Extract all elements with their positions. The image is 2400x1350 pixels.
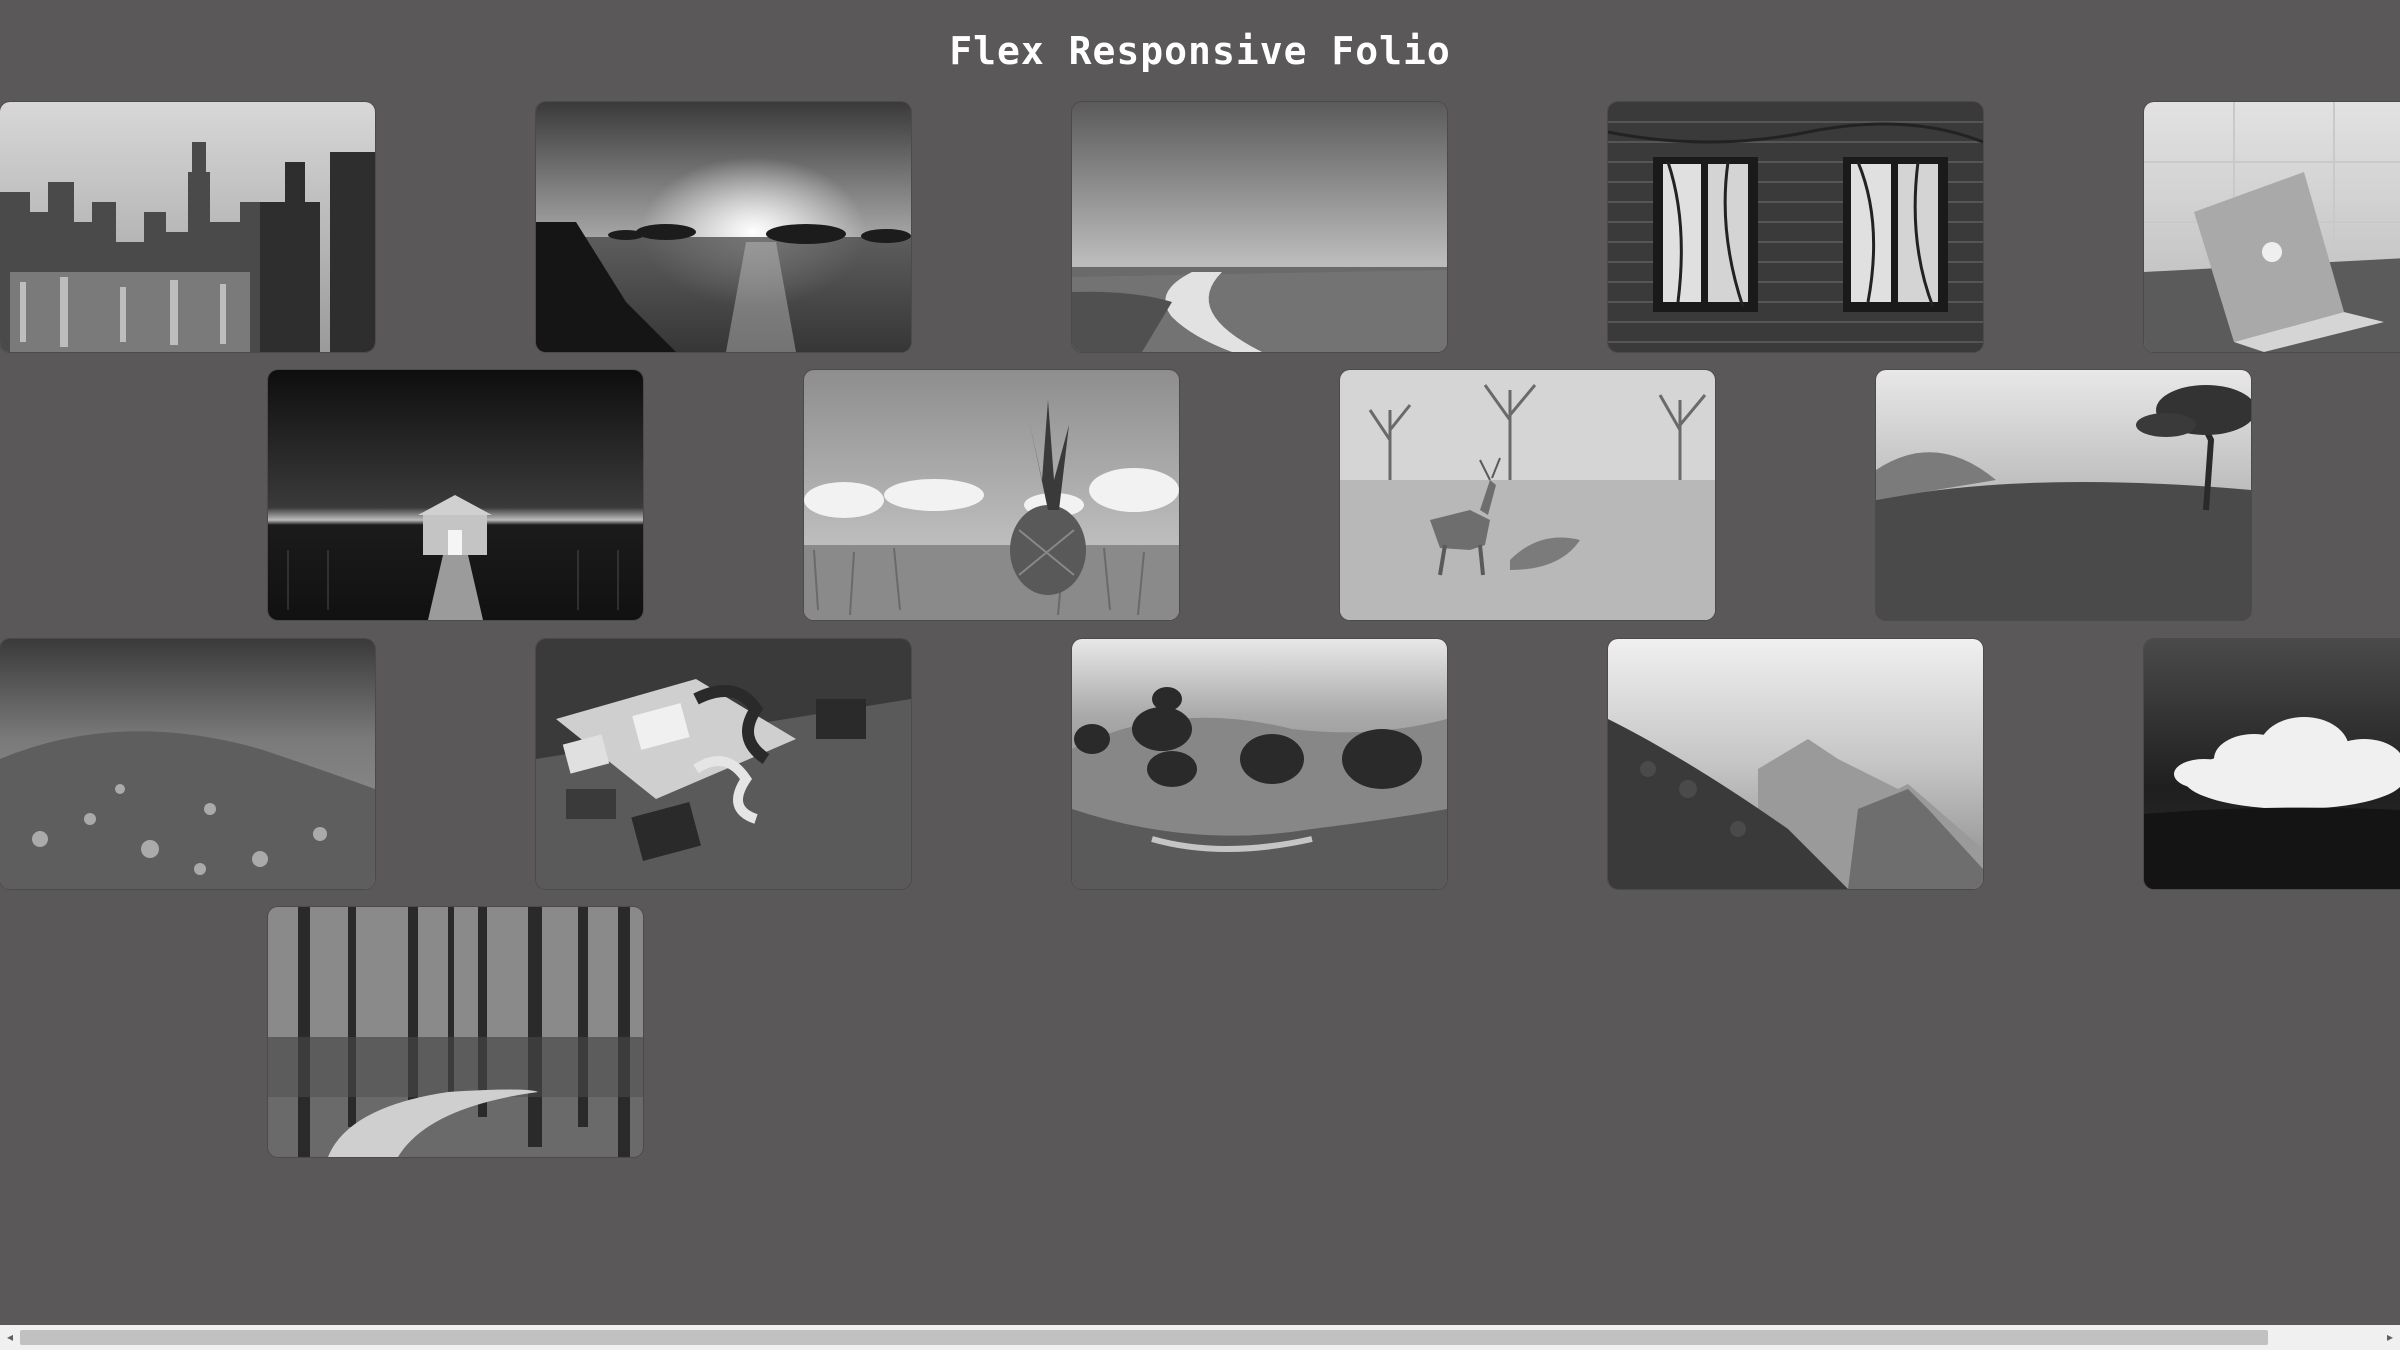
gallery-image-forest-hill[interactable] <box>0 639 375 889</box>
gallery-image-mountain-valley[interactable] <box>1608 639 1983 889</box>
gallery-image-ocean-sunset[interactable] <box>536 102 911 352</box>
gallery-image-forest-road[interactable] <box>268 907 643 1157</box>
gallery-image-foggy-hill-tree[interactable] <box>1876 370 2251 620</box>
foggy-hill-tree-image <box>1876 370 2251 620</box>
storm-cloud-image <box>2144 639 2400 889</box>
letterpress-desk-image <box>536 639 911 889</box>
scroll-left-arrow-icon[interactable]: ◂ <box>0 1325 20 1350</box>
horizontal-scrollbar[interactable]: ◂ ▸ <box>0 1325 2400 1350</box>
forest-road-image <box>268 907 643 1157</box>
city-skyline-image <box>0 102 375 352</box>
gallery-image-storm-cloud[interactable] <box>2144 639 2400 889</box>
gallery-image-boathouse-pier[interactable] <box>268 370 643 620</box>
gallery-image-ivy-brick-windows[interactable] <box>1608 102 1983 352</box>
photo-gallery <box>0 0 2400 1325</box>
gallery-image-laptop-table[interactable] <box>2144 102 2400 352</box>
gallery-image-city-skyline[interactable] <box>0 102 375 352</box>
gallery-image-letterpress-desk[interactable] <box>536 639 911 889</box>
gallery-image-pineapple-field[interactable] <box>804 370 1179 620</box>
gallery-image-rolling-hills-trees[interactable] <box>1072 639 1447 889</box>
ivy-brick-windows-image <box>1608 102 1983 352</box>
gallery-image-field-path[interactable] <box>1072 102 1447 352</box>
mountain-valley-image <box>1608 639 1983 889</box>
ocean-sunset-image <box>536 102 911 352</box>
gallery-image-deer-meadow[interactable] <box>1340 370 1715 620</box>
scroll-right-arrow-icon[interactable]: ▸ <box>2380 1325 2400 1350</box>
rolling-hills-trees-image <box>1072 639 1447 889</box>
scrollbar-thumb[interactable] <box>20 1330 2268 1345</box>
deer-meadow-image <box>1340 370 1715 620</box>
laptop-table-image <box>2144 102 2400 352</box>
pineapple-field-image <box>804 370 1179 620</box>
boathouse-pier-image <box>268 370 643 620</box>
forest-hill-image <box>0 639 375 889</box>
field-path-image <box>1072 102 1447 352</box>
